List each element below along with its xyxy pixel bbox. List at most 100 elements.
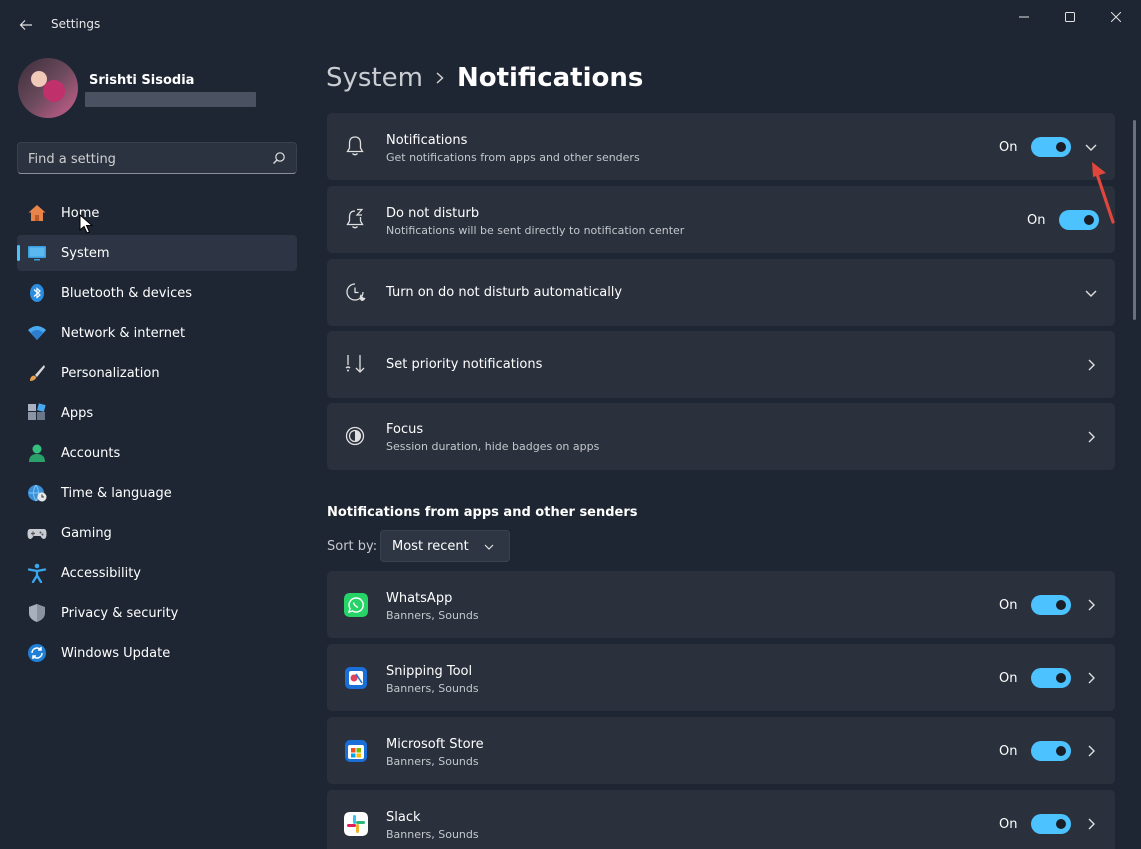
- gamepad-icon: [27, 529, 47, 539]
- toggle-state-label: On: [999, 598, 1018, 613]
- sidebar-item-label: Bluetooth & devices: [61, 285, 192, 301]
- sidebar-item-label: Network & internet: [61, 325, 186, 341]
- focus-card[interactable]: Focus Session duration, hide badges on a…: [327, 403, 1115, 470]
- breadcrumb: System Notifications: [326, 58, 643, 98]
- chevron-right-icon[interactable]: [1084, 817, 1098, 831]
- toggle-state-label: On: [1027, 213, 1046, 228]
- sidebar-item-label: Personalization: [61, 365, 160, 381]
- close-button[interactable]: [1093, 0, 1139, 34]
- slack-icon: [344, 812, 368, 836]
- bell-snooze-icon: [346, 208, 364, 229]
- accessibility-icon: [27, 563, 47, 583]
- bell-icon: [346, 136, 364, 156]
- chevron-right-icon[interactable]: [1084, 671, 1098, 685]
- close-icon: [1111, 12, 1121, 22]
- back-button[interactable]: [14, 13, 38, 37]
- search-box[interactable]: [17, 142, 297, 174]
- app-name: Microsoft Store: [386, 737, 484, 752]
- card-subtitle: Get notifications from apps and other se…: [386, 151, 640, 164]
- snipping-tool-icon: [345, 667, 367, 689]
- sort-dropdown[interactable]: Most recent: [380, 530, 510, 562]
- do-not-disturb-card[interactable]: Do not disturb Notifications will be sen…: [327, 186, 1115, 253]
- sidebar-item-label: Gaming: [61, 525, 112, 541]
- sidebar-item-label: Privacy & security: [61, 605, 179, 621]
- chevron-down-icon[interactable]: [1084, 286, 1098, 300]
- sidebar-item-bluetooth[interactable]: Bluetooth & devices: [17, 275, 297, 311]
- sidebar-item-network[interactable]: Network & internet: [17, 315, 297, 351]
- card-title: Do not disturb: [386, 206, 480, 221]
- sidebar-item-privacy[interactable]: Privacy & security: [17, 595, 297, 631]
- app-name: Snipping Tool: [386, 664, 473, 679]
- sidebar-item-time-language[interactable]: Time & language: [17, 475, 297, 511]
- sidebar-item-accounts[interactable]: Accounts: [17, 435, 297, 471]
- sort-label: Sort by:: [327, 539, 378, 554]
- chevron-right-icon[interactable]: [1084, 744, 1098, 758]
- card-title: Focus: [386, 422, 424, 437]
- sidebar-item-accessibility[interactable]: Accessibility: [17, 555, 297, 591]
- card-subtitle: Session duration, hide badges on apps: [386, 440, 600, 453]
- sidebar-item-label: Windows Update: [61, 645, 171, 661]
- shield-icon: [29, 604, 45, 622]
- wifi-icon: [28, 326, 46, 340]
- app-row-whatsapp[interactable]: WhatsApp Banners, Sounds On: [327, 571, 1115, 638]
- apps-icon: [28, 403, 46, 420]
- app-row-slack[interactable]: Slack Banners, Sounds On: [327, 790, 1115, 849]
- sidebar-item-windows-update[interactable]: Windows Update: [17, 635, 297, 671]
- maximize-button[interactable]: [1047, 0, 1093, 34]
- sidebar-item-personalization[interactable]: Personalization: [17, 355, 297, 391]
- person-icon: [29, 444, 45, 462]
- app-toggle[interactable]: [1031, 595, 1071, 615]
- app-detail: Banners, Sounds: [386, 755, 479, 768]
- toggle-state-label: On: [999, 817, 1018, 832]
- priority-notifications-card[interactable]: Set priority notifications: [327, 331, 1115, 398]
- minimize-button[interactable]: [1001, 0, 1047, 34]
- scrollbar-thumb[interactable]: [1133, 120, 1136, 320]
- app-detail: Banners, Sounds: [386, 682, 479, 695]
- microsoft-store-icon: [345, 740, 367, 762]
- maximize-icon: [1065, 12, 1075, 22]
- user-name: Srishti Sisodia: [89, 73, 195, 88]
- sidebar-item-gaming[interactable]: Gaming: [17, 515, 297, 551]
- breadcrumb-separator: [423, 68, 457, 88]
- app-toggle[interactable]: [1031, 668, 1071, 688]
- chevron-down-icon[interactable]: [1084, 140, 1098, 154]
- page-title: Notifications: [456, 63, 644, 93]
- dnd-automatic-card[interactable]: Turn on do not disturb automatically: [327, 259, 1115, 326]
- mouse-cursor-icon: [79, 214, 93, 234]
- chevron-right-icon[interactable]: [1084, 430, 1098, 444]
- notifications-setting-card[interactable]: Notifications Get notifications from app…: [327, 113, 1115, 180]
- app-row-microsoft-store[interactable]: Microsoft Store Banners, Sounds On: [327, 717, 1115, 784]
- globe-clock-icon: [28, 484, 47, 502]
- chevron-right-icon: [436, 72, 444, 84]
- sidebar-item-home[interactable]: Home: [17, 195, 297, 231]
- card-title: Notifications: [386, 133, 468, 148]
- notifications-toggle[interactable]: [1031, 137, 1071, 157]
- search-icon[interactable]: [272, 151, 286, 165]
- section-title: Notifications from apps and other sender…: [327, 505, 638, 520]
- chevron-right-icon[interactable]: [1084, 598, 1098, 612]
- window-title: Settings: [51, 17, 101, 31]
- app-detail: Banners, Sounds: [386, 828, 479, 841]
- sidebar-item-apps[interactable]: Apps: [17, 395, 297, 431]
- chevron-right-icon[interactable]: [1084, 358, 1098, 372]
- breadcrumb-parent[interactable]: System: [326, 63, 423, 93]
- toggle-state-label: On: [999, 744, 1018, 759]
- toggle-state-label: On: [999, 671, 1018, 686]
- avatar[interactable]: [18, 58, 78, 118]
- card-title: Set priority notifications: [386, 357, 543, 372]
- user-email-redacted: [85, 92, 256, 107]
- focus-icon: [345, 426, 365, 446]
- toggle-state-label: On: [999, 140, 1018, 155]
- app-toggle[interactable]: [1031, 741, 1071, 761]
- sidebar-item-label: Time & language: [61, 485, 172, 501]
- sidebar-item-system[interactable]: System: [17, 235, 297, 271]
- chevron-down-icon: [484, 544, 494, 550]
- back-arrow-icon: [19, 20, 32, 30]
- card-subtitle: Notifications will be sent directly to n…: [386, 224, 685, 237]
- app-toggle[interactable]: [1031, 814, 1071, 834]
- home-icon: [28, 205, 46, 221]
- sidebar-item-label: Accounts: [61, 445, 121, 461]
- app-row-snipping-tool[interactable]: Snipping Tool Banners, Sounds On: [327, 644, 1115, 711]
- whatsapp-icon: [344, 593, 368, 617]
- search-input[interactable]: [28, 149, 268, 169]
